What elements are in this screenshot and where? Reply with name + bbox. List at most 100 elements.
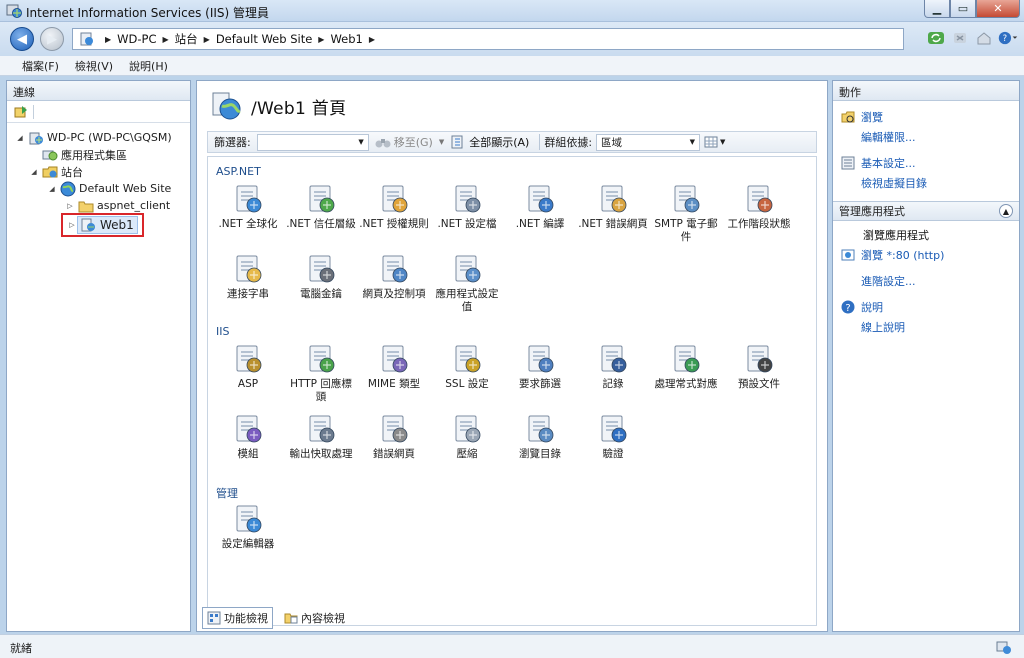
feature-item[interactable]: 預設文件: [723, 343, 795, 391]
feature-item[interactable]: 網頁及控制項: [358, 253, 430, 301]
collapse-up-icon[interactable]: ▲: [999, 204, 1013, 218]
authentication-icon: [601, 415, 627, 443]
menu-file[interactable]: 檔案(F): [14, 58, 67, 74]
toolbar-divider: [539, 134, 541, 150]
feature-label: .NET 授權規則: [359, 218, 429, 230]
feature-label: HTTP 回應標頭: [290, 378, 352, 403]
feature-item[interactable]: 瀏覽目錄: [504, 413, 576, 461]
chevron-right-icon[interactable]: ▶: [163, 35, 169, 44]
tree-node-sites[interactable]: ◢ 站台: [7, 163, 190, 180]
chevron-right-icon[interactable]: ▶: [369, 35, 375, 44]
home-button[interactable]: [974, 28, 994, 48]
tree-node-web1[interactable]: ▷ Web1: [7, 213, 190, 237]
tree-expanded-icon[interactable]: ◢: [47, 185, 57, 193]
manage-application-header[interactable]: 管理應用程式 ▲: [833, 201, 1019, 221]
server-icon: [29, 132, 43, 144]
feature-item[interactable]: 工作階段狀態: [723, 183, 795, 231]
address-bar[interactable]: ▶ WD-PC ▶ 站台 ▶ Default Web Site ▶ Web1 ▶: [72, 28, 904, 50]
menu-help[interactable]: 說明(H): [121, 58, 176, 74]
go-button[interactable]: 移至(G): [369, 134, 439, 150]
action-view-virtual-directories[interactable]: 檢視虛擬目錄: [837, 173, 1015, 193]
explore-icon: [841, 111, 855, 123]
feature-item[interactable]: 驗證: [577, 413, 649, 461]
tree-node-default-web-site[interactable]: ◢ Default Web Site: [7, 180, 190, 197]
action-browse-port-80[interactable]: 瀏覽 *:80 (http): [837, 245, 1015, 265]
connect-icon[interactable]: [13, 104, 29, 120]
tree-collapsed-icon[interactable]: ▷: [67, 221, 77, 229]
filter-input[interactable]: ▼: [256, 133, 369, 151]
handler-mapping-icon: [674, 345, 700, 373]
default-document-icon: [747, 345, 773, 373]
machine-key-icon: [309, 255, 335, 283]
back-button[interactable]: ◀: [10, 27, 34, 51]
feature-item[interactable]: 連接字串: [212, 253, 284, 301]
feature-item[interactable]: .NET 全球化: [212, 183, 284, 231]
tree-node-app-pools[interactable]: 應用程式集區: [7, 146, 190, 163]
feature-item[interactable]: .NET 錯誤網頁: [577, 183, 649, 231]
feature-item[interactable]: 設定編輯器: [212, 503, 284, 551]
tree-expanded-icon[interactable]: ◢: [29, 168, 39, 176]
view-mode-button[interactable]: ▼: [704, 136, 725, 148]
feature-label: SSL 設定: [445, 378, 489, 390]
feature-item[interactable]: SMTP 電子郵件: [650, 183, 722, 244]
action-edit-permissions[interactable]: 編輯權限...: [837, 127, 1015, 147]
breadcrumb-item[interactable]: 站台: [175, 31, 198, 47]
action-advanced-settings[interactable]: 進階設定...: [837, 271, 1015, 291]
feature-item[interactable]: 記錄: [577, 343, 649, 391]
feature-item[interactable]: .NET 信任層級: [285, 183, 357, 231]
chevron-right-icon[interactable]: ▶: [318, 35, 324, 44]
feature-item[interactable]: 應用程式設定值: [431, 253, 503, 314]
action-help[interactable]: ? 說明: [837, 297, 1015, 317]
stop-button[interactable]: [950, 28, 970, 48]
tab-features-view[interactable]: 功能檢視: [202, 607, 273, 629]
folder-icon: [78, 201, 94, 212]
minimize-button[interactable]: ▁: [924, 0, 950, 18]
action-basic-settings[interactable]: 基本設定...: [837, 153, 1015, 173]
smtp-icon: [674, 185, 700, 213]
maximize-button[interactable]: ▭: [950, 0, 976, 18]
app-pool-icon: [42, 150, 58, 160]
feature-item[interactable]: 電腦金鑰: [285, 253, 357, 301]
breadcrumb-item[interactable]: Default Web Site: [216, 32, 312, 46]
mime-icon: [382, 345, 408, 373]
action-explore[interactable]: 瀏覽: [837, 107, 1015, 127]
filter-toolbar: 篩選器: ▼ 移至(G) ▼ 全部顯示(A) 群組依據: 區域 ▼ ▼: [207, 131, 817, 153]
feature-label: .NET 編譯: [515, 218, 565, 230]
tab-content-view[interactable]: 內容檢視: [279, 607, 350, 629]
binoculars-icon: [375, 139, 391, 148]
tree-collapsed-icon[interactable]: ▷: [65, 202, 75, 210]
help-menu-button[interactable]: ?: [998, 28, 1018, 48]
feature-label: SMTP 電子郵件: [654, 218, 718, 243]
feature-label: 輸出快取處理: [289, 448, 353, 460]
feature-item[interactable]: .NET 設定檔: [431, 183, 503, 231]
feature-item[interactable]: 處理常式對應: [650, 343, 722, 391]
selected-node[interactable]: Web1: [77, 216, 138, 234]
forward-button[interactable]: ▶: [40, 27, 64, 51]
feature-item[interactable]: .NET 授權規則: [358, 183, 430, 231]
web-app-large-icon: [212, 92, 241, 120]
tree-node-server[interactable]: ◢ WD-PC (WD-PC\GQSM): [7, 129, 190, 146]
feature-item[interactable]: ASP: [212, 343, 284, 391]
refresh-button[interactable]: [926, 28, 946, 48]
menu-view[interactable]: 檢視(V): [67, 58, 121, 74]
menu-bar: 檔案(F) 檢視(V) 說明(H): [0, 56, 1024, 76]
feature-item[interactable]: 錯誤網頁: [358, 413, 430, 461]
feature-item[interactable]: 要求篩選: [504, 343, 576, 391]
chevron-right-icon[interactable]: ▶: [204, 35, 210, 44]
show-all-button[interactable]: 全部顯示(A): [444, 134, 535, 150]
feature-item[interactable]: 輸出快取處理: [285, 413, 357, 461]
feature-item[interactable]: .NET 編譯: [504, 183, 576, 231]
breadcrumb-item[interactable]: Web1: [330, 32, 362, 46]
tree-expanded-icon[interactable]: ◢: [15, 134, 25, 142]
feature-item[interactable]: 壓縮: [431, 413, 503, 461]
feature-item[interactable]: 模組: [212, 413, 284, 461]
feature-item[interactable]: SSL 設定: [431, 343, 503, 391]
feature-label: .NET 設定檔: [437, 218, 497, 230]
feature-item[interactable]: MIME 類型: [358, 343, 430, 391]
breadcrumb-item[interactable]: WD-PC: [117, 32, 156, 46]
close-button[interactable]: ✕: [976, 0, 1020, 18]
group-by-select[interactable]: 區域 ▼: [596, 133, 701, 151]
action-online-help[interactable]: 線上說明: [837, 317, 1015, 337]
feature-item[interactable]: HTTP 回應標頭: [285, 343, 357, 404]
tree-node-aspnet-client[interactable]: ▷ aspnet_client: [7, 197, 190, 214]
